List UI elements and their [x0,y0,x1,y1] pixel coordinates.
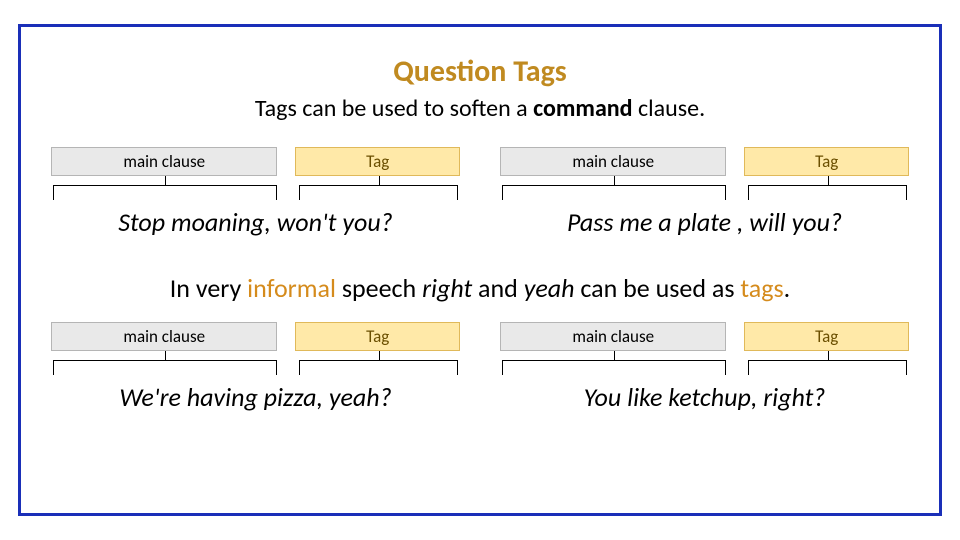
label-tag: Tag [295,322,460,351]
sentence-tag: , won't you? [264,206,392,238]
examples-row-top: main clause Tag Stop moaning, won't you?… [51,147,909,238]
label-tag: Tag [744,322,909,351]
slide-subtitle: Tags can be used to soften a command cla… [21,94,939,123]
subtitle-pre: Tags can be used to soften a [255,94,533,123]
bracket-decor [51,178,460,200]
sentence-main: Pass me a plate [567,206,737,238]
sentence-tag: , yeah? [316,381,391,413]
mid-right: right [422,272,472,304]
label-tag: Tag [295,147,460,176]
mid-p2: speech [336,272,422,304]
sentence-tag: , right? [751,381,825,413]
mid-p4: can be used as [574,272,740,304]
sentence-main: Stop moaning [118,206,264,238]
mid-p5: . [784,272,791,304]
mid-p3: and [472,272,524,304]
label-main-clause: main clause [51,322,277,351]
sentence-main: We're having pizza [119,381,316,413]
bracket-decor [51,353,460,375]
label-tag: Tag [744,147,909,176]
subtitle-post: clause. [633,94,706,123]
label-main-clause: main clause [500,322,726,351]
bracket-decor [500,353,909,375]
example-sentence: Stop moaning, won't you? [118,206,392,238]
examples-row-bottom: main clause Tag We're having pizza, yeah… [51,322,909,413]
slide-frame: Question Tags Tags can be used to soften… [18,24,942,516]
sentence-tag: , will you? [737,206,842,238]
example-2: main clause Tag Pass me a plate , will y… [500,147,909,238]
example-1: main clause Tag Stop moaning, won't you? [51,147,460,238]
example-4: main clause Tag You like ketchup, right? [500,322,909,413]
mid-yeah: yeah [524,272,575,304]
label-main-clause: main clause [500,147,726,176]
label-main-clause: main clause [51,147,277,176]
sentence-main: You like ketchup [584,381,751,413]
example-sentence: We're having pizza, yeah? [119,381,391,413]
bracket-decor [500,178,909,200]
example-sentence: Pass me a plate , will you? [567,206,842,238]
example-sentence: You like ketchup, right? [584,381,826,413]
slide-title: Question Tags [21,53,939,90]
mid-sentence: In very informal speech right and yeah c… [21,272,939,304]
mid-tags: tags [740,272,783,304]
mid-p1: In very [170,272,247,304]
subtitle-bold: command [533,94,632,123]
mid-informal: informal [247,272,336,304]
example-3: main clause Tag We're having pizza, yeah… [51,322,460,413]
